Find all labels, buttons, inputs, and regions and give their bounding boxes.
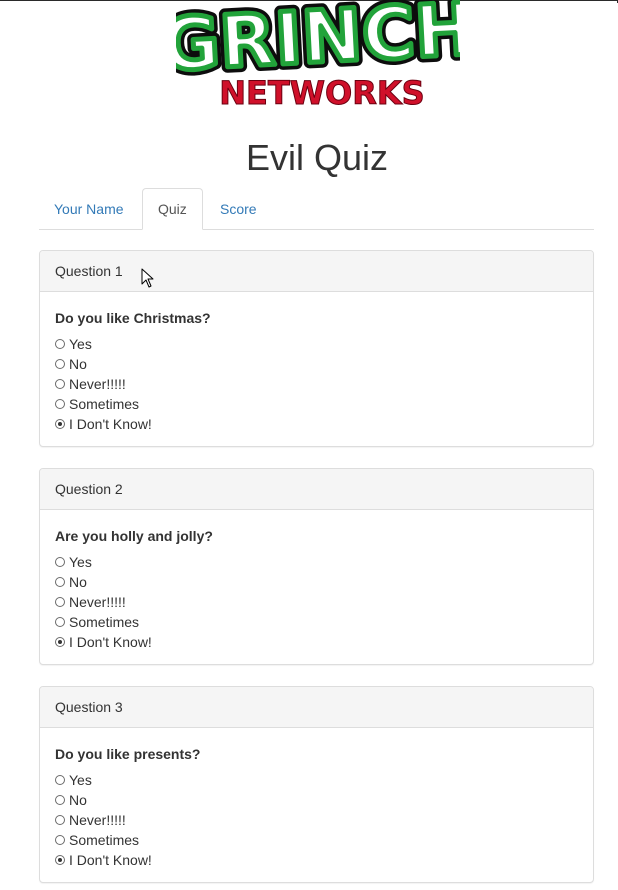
question-3-option-sometimes[interactable]: Sometimes [55, 830, 578, 850]
question-panel-3: Question 3 Do you like presents? Yes No … [39, 686, 594, 883]
question-2-option-never[interactable]: Never!!!!! [55, 592, 578, 612]
question-2-text: Are you holly and jolly? [55, 528, 213, 544]
question-3-heading: Question 3 [40, 687, 593, 728]
radio-button-selected[interactable] [55, 637, 65, 647]
radio-button[interactable] [55, 557, 65, 567]
question-2-heading: Question 2 [40, 469, 593, 510]
radio-button[interactable] [55, 577, 65, 587]
question-1-option-no[interactable]: No [55, 354, 578, 374]
question-2-option-sometimes[interactable]: Sometimes [55, 612, 578, 632]
radio-button-selected[interactable] [55, 419, 65, 429]
grinch-networks-logo: GRINCH GRINCH NETWORKS [176, 0, 460, 110]
option-label: No [69, 356, 87, 372]
radio-button[interactable] [55, 775, 65, 785]
option-label: Sometimes [69, 396, 140, 412]
question-panel-2: Question 2 Are you holly and jolly? Yes … [39, 468, 594, 665]
question-panel-1: Question 1 Do you like Christmas? Yes No… [39, 250, 594, 447]
option-label: Yes [69, 772, 92, 788]
question-2-option-no[interactable]: No [55, 572, 578, 592]
option-label: Sometimes [69, 832, 140, 848]
quiz-tabs: Your Name Quiz Score [39, 188, 594, 230]
radio-button[interactable] [55, 835, 65, 845]
tab-score[interactable]: Score [205, 188, 272, 230]
question-1-heading: Question 1 [40, 251, 593, 292]
radio-button[interactable] [55, 359, 65, 369]
option-label: No [69, 574, 87, 590]
radio-button[interactable] [55, 795, 65, 805]
question-1-text: Do you like Christmas? [55, 310, 211, 326]
radio-button[interactable] [55, 597, 65, 607]
option-label: Sometimes [69, 614, 140, 630]
option-label: Never!!!!! [69, 812, 126, 828]
tab-your-name[interactable]: Your Name [39, 188, 139, 230]
question-2-option-yes[interactable]: Yes [55, 552, 578, 572]
question-1-option-sometimes[interactable]: Sometimes [55, 394, 578, 414]
question-3-option-never[interactable]: Never!!!!! [55, 810, 578, 830]
logo-word-networks: NETWORKS [219, 74, 424, 110]
question-2-option-dont-know[interactable]: I Don't Know! [55, 632, 578, 652]
question-3-option-no[interactable]: No [55, 790, 578, 810]
question-3-option-yes[interactable]: Yes [55, 770, 578, 790]
radio-button[interactable] [55, 815, 65, 825]
question-1-option-yes[interactable]: Yes [55, 334, 578, 354]
option-label: I Don't Know! [69, 852, 152, 868]
radio-button[interactable] [55, 339, 65, 349]
tab-quiz[interactable]: Quiz [142, 188, 203, 230]
option-label: I Don't Know! [69, 416, 152, 432]
radio-button[interactable] [55, 379, 65, 389]
option-label: Yes [69, 554, 92, 570]
option-label: I Don't Know! [69, 634, 152, 650]
radio-button[interactable] [55, 399, 65, 409]
option-label: Never!!!!! [69, 376, 126, 392]
question-3-text: Do you like presents? [55, 746, 201, 762]
page-title: Evil Quiz [245, 137, 389, 178]
mouse-pointer-icon [141, 268, 154, 288]
question-1-option-dont-know[interactable]: I Don't Know! [55, 414, 578, 434]
radio-button-selected[interactable] [55, 855, 65, 865]
option-label: Yes [69, 336, 92, 352]
option-label: Never!!!!! [69, 594, 126, 610]
question-1-option-never[interactable]: Never!!!!! [55, 374, 578, 394]
radio-button[interactable] [55, 617, 65, 627]
option-label: No [69, 792, 87, 808]
question-3-option-dont-know[interactable]: I Don't Know! [55, 850, 578, 870]
